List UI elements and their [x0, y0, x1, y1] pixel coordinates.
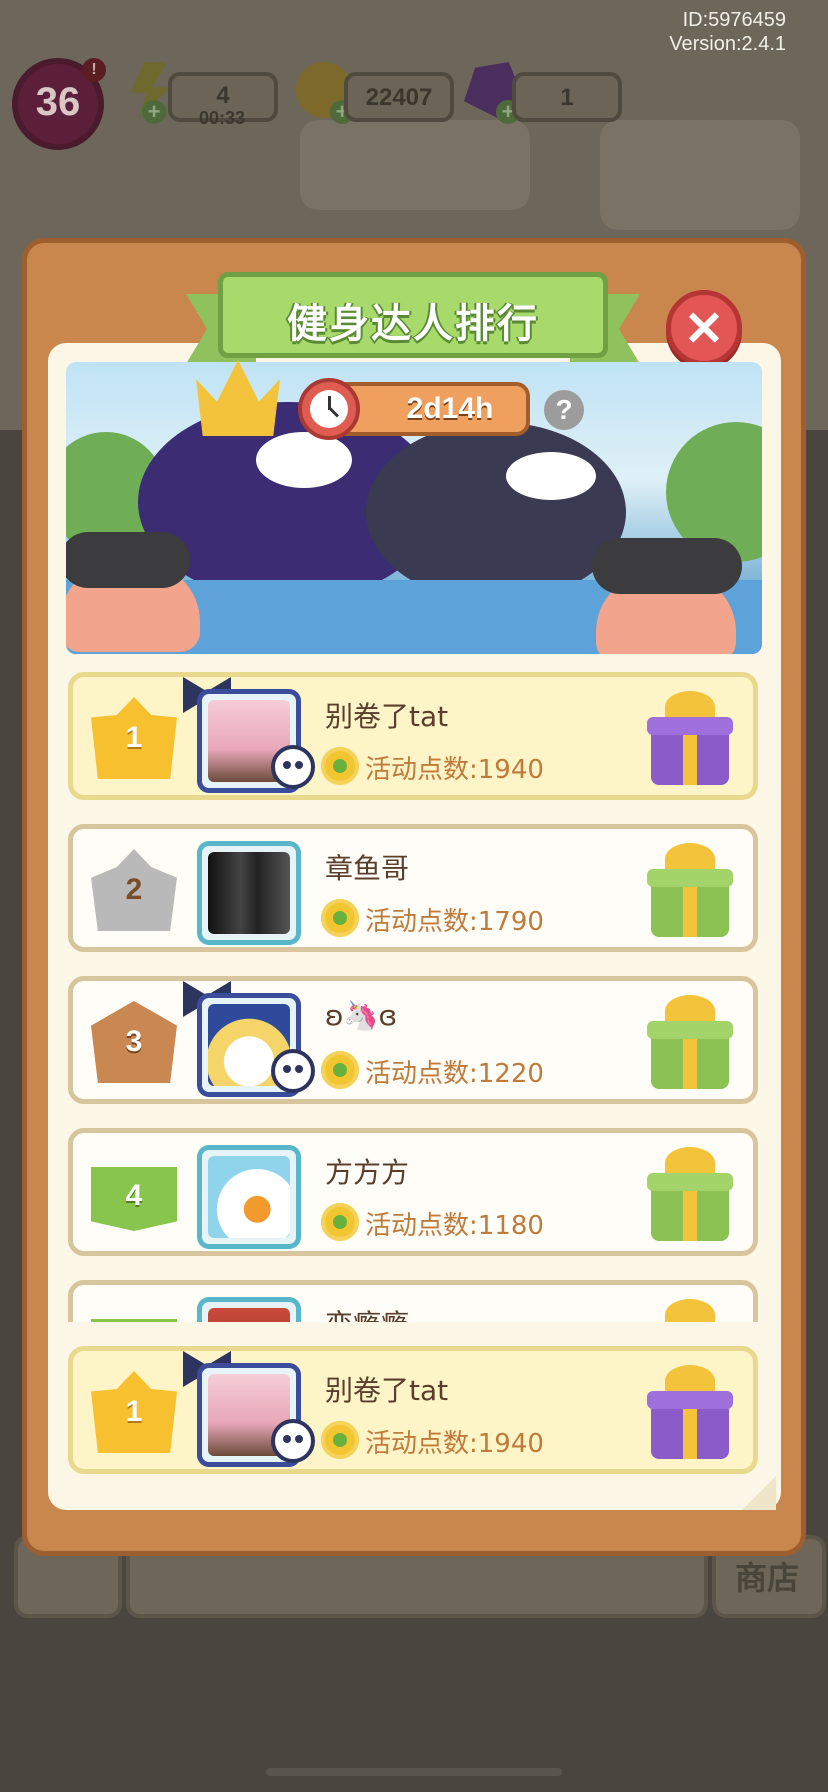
- player-name: 方方方: [325, 1156, 410, 1189]
- whale-patch: [256, 432, 352, 488]
- gift-box-icon[interactable]: [647, 1363, 733, 1463]
- player-id-text: ID:5976459: [682, 9, 786, 31]
- flower-point-icon: [321, 1421, 359, 1459]
- clock-icon: [298, 378, 360, 440]
- gem-counter: 1: [512, 72, 622, 122]
- gift-box-icon[interactable]: [647, 1297, 733, 1324]
- score-text: 活动点数:1940: [365, 755, 544, 785]
- dark-whale: [366, 422, 626, 602]
- dialog-title: 健身达人排行: [287, 301, 539, 347]
- score-text: 活动点数:1220: [365, 1059, 544, 1089]
- my-leaderboard-row[interactable]: 1 别卷了tat 活动点数:1940: [68, 1346, 758, 1474]
- level-badge[interactable]: 36 !: [12, 58, 106, 150]
- rank-badge-silver: 2: [91, 849, 177, 931]
- player-name: 恋瘾瘾: [325, 1303, 409, 1324]
- score-text: 活动点数:1180: [365, 1211, 544, 1241]
- gift-box-icon[interactable]: [647, 1145, 733, 1245]
- rank-badge-gold: 1: [91, 1371, 177, 1453]
- rank-badge-bronze: 3: [91, 1001, 177, 1083]
- flower-point-icon: [321, 1051, 359, 1089]
- energy-value: 4: [216, 82, 230, 109]
- leaderboard-row[interactable]: 5 恋瘾瘾: [68, 1280, 758, 1324]
- event-timer-text: 2d14h: [406, 392, 494, 425]
- banner-tire-right: [592, 538, 742, 594]
- rank-badge-gold: 1: [91, 697, 177, 779]
- rank-badge-plain: 4: [91, 1167, 177, 1231]
- background-furniture: [300, 120, 530, 210]
- title-ribbon: 健身达人排行: [218, 272, 608, 358]
- background-furniture: [600, 120, 800, 230]
- avatar[interactable]: [197, 1297, 301, 1324]
- gift-box-icon[interactable]: [647, 993, 733, 1093]
- player-name: 章鱼哥: [325, 852, 410, 885]
- shop-label: 商店: [735, 1560, 800, 1596]
- level-number: 36: [35, 80, 81, 124]
- player-name: 别卷了tat: [325, 1374, 449, 1407]
- avatar[interactable]: [197, 1145, 301, 1249]
- flower-point-icon: [321, 747, 359, 785]
- player-name: ʚ🦄ɞ: [325, 999, 398, 1032]
- close-icon: ✕: [683, 303, 725, 356]
- panda-icon: [271, 1419, 315, 1463]
- panda-icon: [271, 1049, 315, 1093]
- flower-point-icon: [321, 899, 359, 937]
- coin-counter: 22407: [344, 72, 454, 122]
- coin-value: 22407: [365, 84, 433, 111]
- flower-point-icon: [321, 1203, 359, 1241]
- event-timer: 2d14h: [330, 382, 530, 436]
- avatar[interactable]: [197, 841, 301, 945]
- add-energy-icon[interactable]: +: [142, 100, 166, 124]
- version-info: ID:5976459 Version:2.4.1: [669, 8, 786, 56]
- leaderboard-row[interactable]: 4 方方方 活动点数:1180: [68, 1128, 758, 1256]
- home-indicator: [266, 1768, 562, 1776]
- version-text: Version:2.4.1: [669, 33, 786, 55]
- alert-icon: !: [82, 58, 106, 82]
- leaderboard-list[interactable]: 1 别卷了tat 活动点数:1940 2 章鱼哥 活动点数:1790 3 ʚ🦄ɞ…: [60, 664, 772, 1324]
- list-divider: [60, 1322, 772, 1332]
- close-button[interactable]: ✕: [666, 290, 742, 366]
- gift-box-icon[interactable]: [647, 841, 733, 941]
- leaderboard-row[interactable]: 1 别卷了tat 活动点数:1940: [68, 672, 758, 800]
- score-text: 活动点数:1940: [365, 1429, 544, 1459]
- banner-tire-left: [66, 532, 190, 588]
- energy-timer: 00:33: [198, 108, 246, 128]
- gift-box-icon[interactable]: [647, 689, 733, 789]
- panda-icon: [271, 745, 315, 789]
- help-icon[interactable]: ?: [544, 390, 584, 430]
- whale-patch: [506, 452, 596, 500]
- score-text: 活动点数:1790: [365, 907, 544, 937]
- gem-value: 1: [560, 84, 574, 111]
- leaderboard-row[interactable]: 2 章鱼哥 活动点数:1790: [68, 824, 758, 952]
- player-name: 别卷了tat: [325, 700, 449, 733]
- leaderboard-row[interactable]: 3 ʚ🦄ɞ 活动点数:1220: [68, 976, 758, 1104]
